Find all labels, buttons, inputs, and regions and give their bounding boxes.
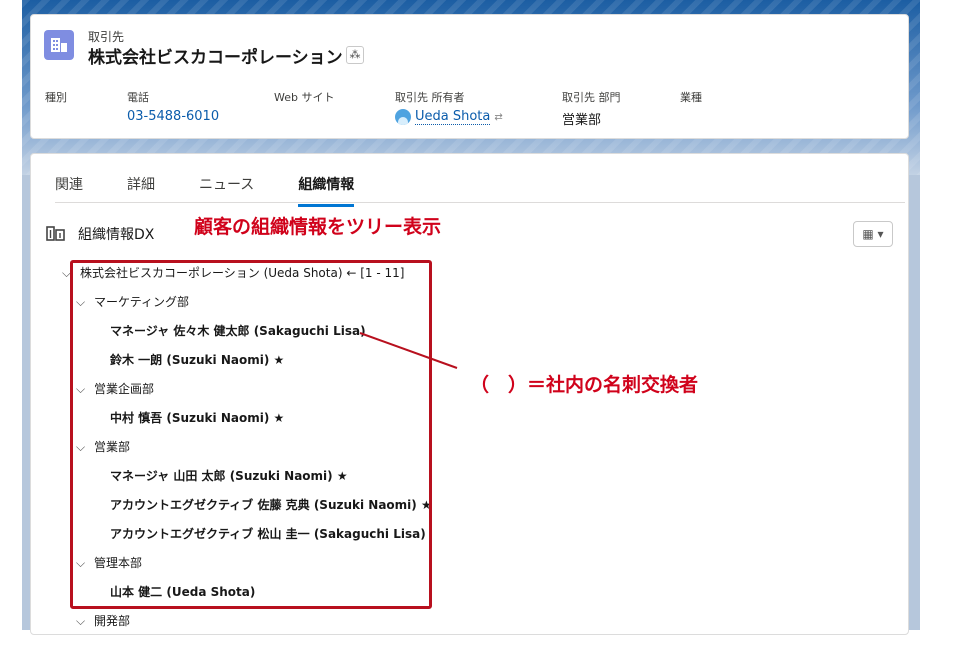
annotation-pointer-line xyxy=(359,332,458,369)
annotation-note: （ ）＝社内の名刺交換者 xyxy=(470,374,699,396)
